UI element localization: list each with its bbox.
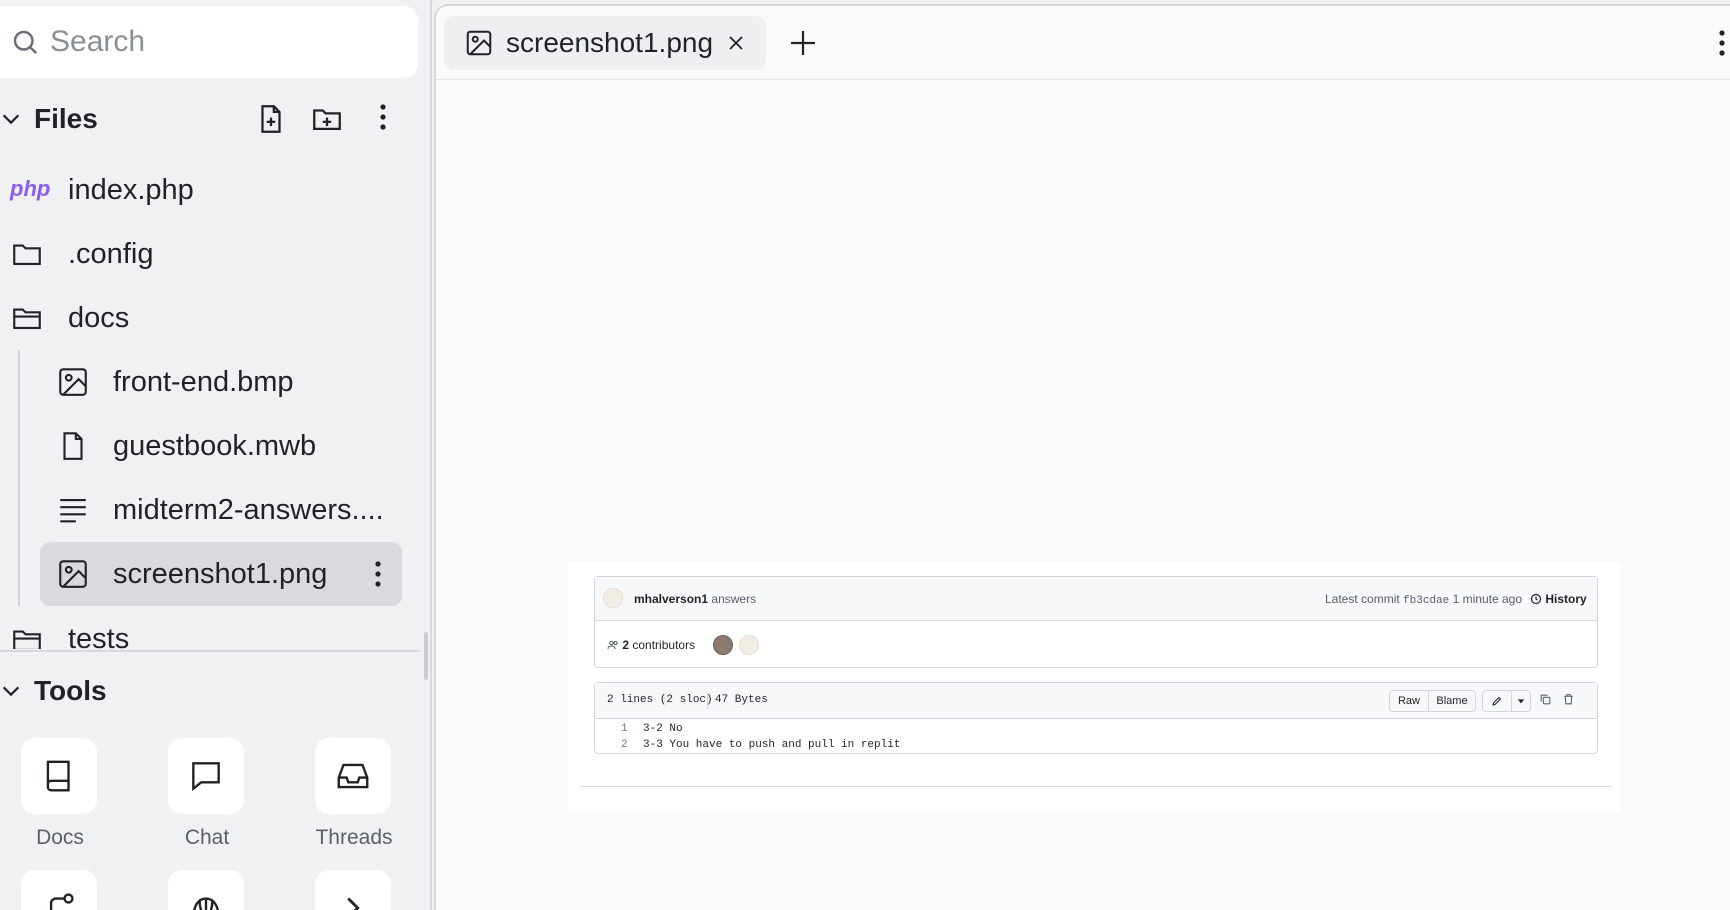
- caret-down-icon: [1517, 699, 1525, 704]
- file-item-index-php[interactable]: php index.php: [0, 161, 420, 219]
- edit-button: [1482, 690, 1512, 712]
- editor-pane: screenshot1.png mhalverson1 answers Late…: [434, 4, 1730, 910]
- section-divider: [0, 650, 420, 652]
- search-input[interactable]: Search: [0, 6, 418, 78]
- latest-commit-info: Latest commit fb3cdae 1 minute ago: [1325, 592, 1522, 607]
- code-line: 3-3 You have to push and pull in replit: [643, 739, 901, 751]
- file-header: 2 lines (2 sloc) 47 Bytes Raw Blame: [595, 683, 1597, 719]
- add-tab-icon[interactable]: [788, 28, 818, 58]
- code-line: 3-2 No: [643, 723, 683, 735]
- new-folder-icon[interactable]: [310, 102, 344, 136]
- inbox-icon: [337, 763, 369, 789]
- file-item-midterm2-answers[interactable]: midterm2-answers....: [0, 481, 420, 539]
- tool-threads[interactable]: Threads: [315, 738, 393, 849]
- file-item-front-end-bmp[interactable]: front-end.bmp: [0, 353, 420, 411]
- file-label: midterm2-answers....: [113, 494, 384, 526]
- tools-section-header[interactable]: Tools: [0, 668, 107, 714]
- copy-icon: [1540, 694, 1551, 705]
- size-info: 47 Bytes: [715, 694, 768, 706]
- chevron-right-icon: [347, 897, 360, 910]
- divider: [580, 786, 1612, 787]
- image-icon: [466, 30, 492, 56]
- tool-packager[interactable]: [168, 870, 246, 910]
- book-icon: [46, 760, 70, 792]
- folder-label: tests: [68, 623, 130, 649]
- folder-item-docs[interactable]: docs: [0, 289, 420, 347]
- line-number: 1: [621, 723, 628, 735]
- blame-button: Blame: [1428, 690, 1476, 712]
- search-placeholder: Search: [50, 25, 146, 58]
- commit-info-box: mhalverson1 answers Latest commit fb3cda…: [594, 576, 1598, 668]
- file-label: front-end.bmp: [113, 366, 294, 398]
- file-viewer-box: 2 lines (2 sloc) 47 Bytes Raw Blame 1 3-…: [594, 682, 1598, 754]
- shell-icon: [192, 897, 220, 910]
- commit-author-line: mhalverson1 answers: [634, 592, 757, 606]
- avatar: [603, 588, 623, 608]
- git-branch-icon: [44, 893, 74, 910]
- tool-label: Docs: [36, 826, 84, 849]
- new-file-icon[interactable]: [254, 102, 288, 136]
- avatar: [713, 635, 733, 655]
- folder-icon: [13, 630, 41, 649]
- trash-icon: [1564, 694, 1573, 705]
- chat-icon: [192, 762, 220, 792]
- people-icon: [607, 640, 618, 650]
- tab-screenshot1-png[interactable]: screenshot1.png: [444, 16, 766, 70]
- scrollbar[interactable]: [424, 632, 428, 680]
- tool-docs[interactable]: Docs: [21, 738, 99, 849]
- folder-open-icon: [13, 308, 41, 329]
- more-options-icon[interactable]: [374, 559, 382, 589]
- image-icon: [59, 368, 87, 396]
- file-label: screenshot1.png: [113, 558, 328, 590]
- line-number: 2: [621, 739, 628, 751]
- file-item-guestbook-mwb[interactable]: guestbook.mwb: [0, 417, 420, 475]
- image-preview: mhalverson1 answers Latest commit fb3cda…: [568, 562, 1620, 812]
- more-options-icon[interactable]: [1718, 28, 1726, 58]
- folder-item-tests[interactable]: tests: [0, 609, 420, 649]
- chevron-down-icon[interactable]: [0, 680, 22, 702]
- contributors-line: 2 contributors: [607, 638, 695, 652]
- raw-button: Raw: [1389, 690, 1429, 712]
- folder-label: .config: [68, 238, 154, 270]
- tool-label: Threads: [315, 826, 393, 849]
- pencil-icon: [1492, 696, 1502, 706]
- folder-item-config[interactable]: .config: [0, 225, 420, 283]
- commit-row: mhalverson1 answers Latest commit fb3cda…: [595, 577, 1597, 621]
- tool-chat[interactable]: Chat: [168, 738, 246, 849]
- more-options-icon[interactable]: [366, 102, 400, 136]
- history-icon: [1530, 593, 1542, 605]
- lines-info: 2 lines (2 sloc): [607, 694, 713, 706]
- files-section-header[interactable]: Files: [0, 96, 420, 142]
- edit-dropdown-button: [1511, 690, 1531, 712]
- file-icon: [63, 432, 83, 460]
- chevron-down-icon[interactable]: [0, 108, 22, 130]
- search-icon: [13, 30, 38, 55]
- history-link: History: [1530, 592, 1587, 606]
- file-label: index.php: [68, 174, 194, 206]
- tool-git[interactable]: [21, 870, 99, 910]
- tools-title: Tools: [34, 675, 107, 706]
- tool-label: Chat: [184, 826, 230, 849]
- folder-label: docs: [68, 302, 130, 334]
- php-icon: php: [10, 176, 51, 201]
- sidebar: Search Files php index.php .config docs: [0, 0, 432, 910]
- close-icon[interactable]: [726, 33, 746, 53]
- tab-label: screenshot1.png: [506, 27, 714, 58]
- avatar: [739, 635, 759, 655]
- separator: [707, 693, 708, 709]
- file-item-screenshot1-png[interactable]: screenshot1.png: [40, 542, 402, 606]
- image-icon: [59, 560, 87, 588]
- tab-bar: screenshot1.png: [436, 6, 1730, 80]
- file-label: guestbook.mwb: [113, 430, 317, 462]
- folder-icon: [13, 244, 41, 265]
- files-title: Files: [34, 103, 98, 134]
- text-file-icon: [60, 499, 86, 523]
- tool-shell[interactable]: [315, 870, 393, 910]
